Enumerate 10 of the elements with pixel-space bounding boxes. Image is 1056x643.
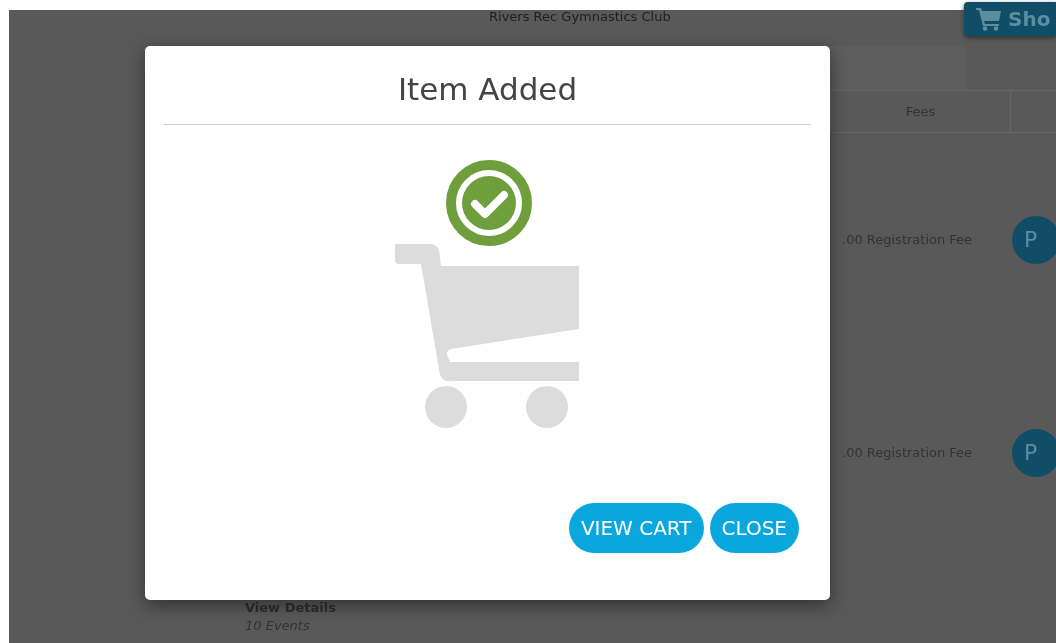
shopping-cart-icon — [394, 244, 581, 430]
cart-icon — [976, 7, 1002, 31]
close-button[interactable]: CLOSE — [709, 503, 799, 553]
round-button[interactable]: P — [1012, 215, 1056, 264]
view-cart-button[interactable]: VIEW CART — [568, 503, 704, 553]
club-name: Rivers Rec Gymnastics Club — [488, 10, 672, 26]
round-button[interactable]: P — [1012, 428, 1056, 477]
dialog-title: Item Added — [164, 66, 811, 125]
check-circle-icon — [444, 159, 533, 247]
shop-button[interactable]: Sho — [964, 2, 1056, 36]
